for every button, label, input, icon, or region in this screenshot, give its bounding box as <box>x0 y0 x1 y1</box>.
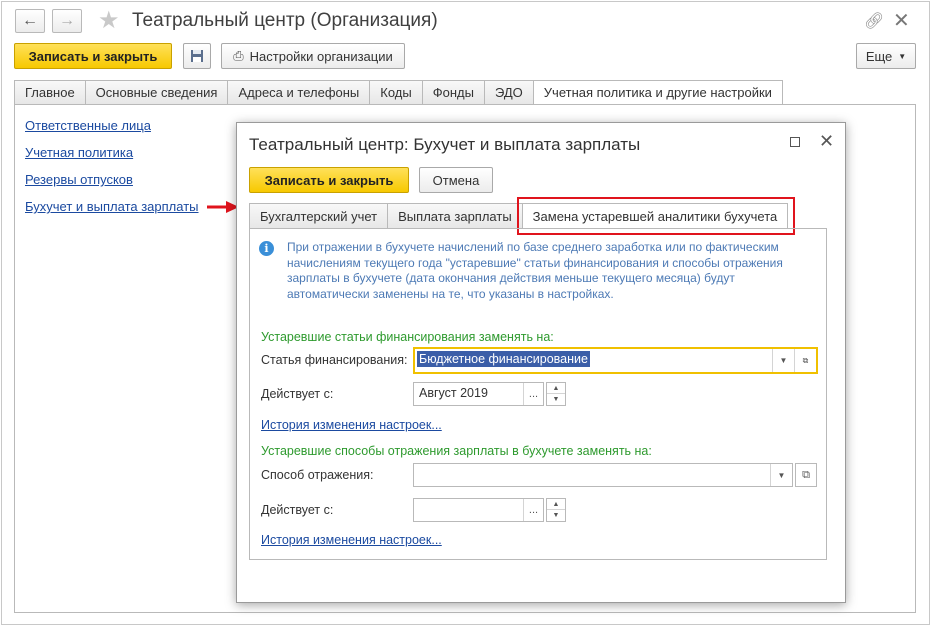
tab-edo[interactable]: ЭДО <box>483 80 533 105</box>
section2-heading: Устаревшие способы отражения зарплаты в … <box>261 444 652 458</box>
favorite-star-icon[interactable]: ★ <box>98 6 120 35</box>
spin-down-icon[interactable]: ▼ <box>547 510 565 521</box>
link-responsible-persons[interactable]: Ответственные лица <box>25 118 151 133</box>
maximize-icon[interactable] <box>790 137 800 147</box>
chevron-down-icon[interactable]: ▼ <box>770 464 792 486</box>
dialog-close-icon[interactable]: ✕ <box>819 131 834 152</box>
floppy-disk-icon <box>191 50 203 62</box>
financing-article-value: Бюджетное финансирование <box>417 351 590 367</box>
printer-icon: ⎙ <box>233 48 244 63</box>
tab-salary-payment[interactable]: Выплата зарплаты <box>387 203 522 229</box>
effective-from-field[interactable]: Август 2019 ... <box>413 382 544 406</box>
link-accounting-salary-payment[interactable]: Бухучет и выплата зарплаты <box>25 199 199 214</box>
forward-button[interactable]: → <box>52 9 82 33</box>
arrow-right-icon: → <box>59 12 75 29</box>
main-tab-bar: Главное Основные сведения Адреса и телеф… <box>14 80 783 105</box>
dialog-title: Театральный центр: Бухучет и выплата зар… <box>249 135 641 154</box>
close-icon[interactable]: ✕ <box>893 8 910 33</box>
info-icon: i <box>259 241 274 256</box>
effective-from-field-2[interactable]: ... <box>413 498 544 522</box>
date-stepper-2[interactable]: ▲ ▼ <box>546 498 566 522</box>
chevron-down-icon[interactable]: ▼ <box>772 349 794 372</box>
link-accounting-policy[interactable]: Учетная политика <box>25 145 133 160</box>
more-label: Еще <box>865 48 893 64</box>
date-stepper[interactable]: ▲ ▼ <box>546 382 566 406</box>
tab-main[interactable]: Главное <box>14 80 85 105</box>
tab-basic-info[interactable]: Основные сведения <box>84 80 228 105</box>
info-text: При отражении в бухучете начислений по б… <box>287 240 783 301</box>
tab-accounting[interactable]: Бухгалтерский учет <box>249 203 388 229</box>
spin-up-icon[interactable]: ▲ <box>547 383 565 394</box>
link-icon[interactable]: 🔗︎ <box>864 11 884 31</box>
section1-heading: Устаревшие статьи финансирования заменят… <box>261 330 554 344</box>
spin-down-icon[interactable]: ▼ <box>547 394 565 405</box>
effective-from-label-2: Действует с: <box>261 503 334 517</box>
organization-settings-button[interactable]: ⎙ Настройки организации <box>221 43 405 69</box>
effective-from-value: Август 2019 <box>419 386 488 400</box>
posting-method-field[interactable]: ▼ <box>413 463 793 487</box>
arrow-left-icon: ← <box>22 12 38 29</box>
open-icon[interactable]: ⧉ <box>795 463 817 487</box>
tab-addresses-phones[interactable]: Адреса и телефоны <box>227 80 370 105</box>
ellipsis-icon[interactable]: ... <box>523 383 543 405</box>
red-arrow-icon <box>207 201 239 213</box>
financing-article-field[interactable]: Бюджетное финансирование ▼ ⧉ <box>413 347 818 374</box>
cancel-button[interactable]: Отмена <box>419 167 493 193</box>
dialog-save-close-button[interactable]: Записать и закрыть <box>249 167 409 193</box>
effective-from-label: Действует с: <box>261 387 334 401</box>
history-link-2[interactable]: История изменения настроек... <box>261 533 442 547</box>
back-button[interactable]: ← <box>15 9 45 33</box>
ellipsis-icon[interactable]: ... <box>523 499 543 521</box>
save-close-button[interactable]: Записать и закрыть <box>14 43 172 69</box>
tab-funds[interactable]: Фонды <box>421 80 484 105</box>
tab-codes[interactable]: Коды <box>369 80 422 105</box>
accounting-salary-dialog: Театральный центр: Бухучет и выплата зар… <box>236 122 846 603</box>
tab-accounting-policy[interactable]: Учетная политика и другие настройки <box>532 80 783 105</box>
save-button[interactable] <box>183 43 211 69</box>
open-icon[interactable]: ⧉ <box>794 349 816 372</box>
spin-up-icon[interactable]: ▲ <box>547 499 565 510</box>
posting-method-label: Способ отражения: <box>261 468 374 482</box>
organization-settings-label: Настройки организации <box>249 48 393 64</box>
link-vacation-reserves[interactable]: Резервы отпусков <box>25 172 133 187</box>
financing-article-label: Статья финансирования: <box>261 353 408 367</box>
window-title: Театральный центр (Организация) <box>132 10 438 31</box>
more-button[interactable]: Еще ▼ <box>856 43 916 69</box>
chevron-down-icon: ▼ <box>898 51 907 61</box>
history-link-1[interactable]: История изменения настроек... <box>261 418 442 432</box>
